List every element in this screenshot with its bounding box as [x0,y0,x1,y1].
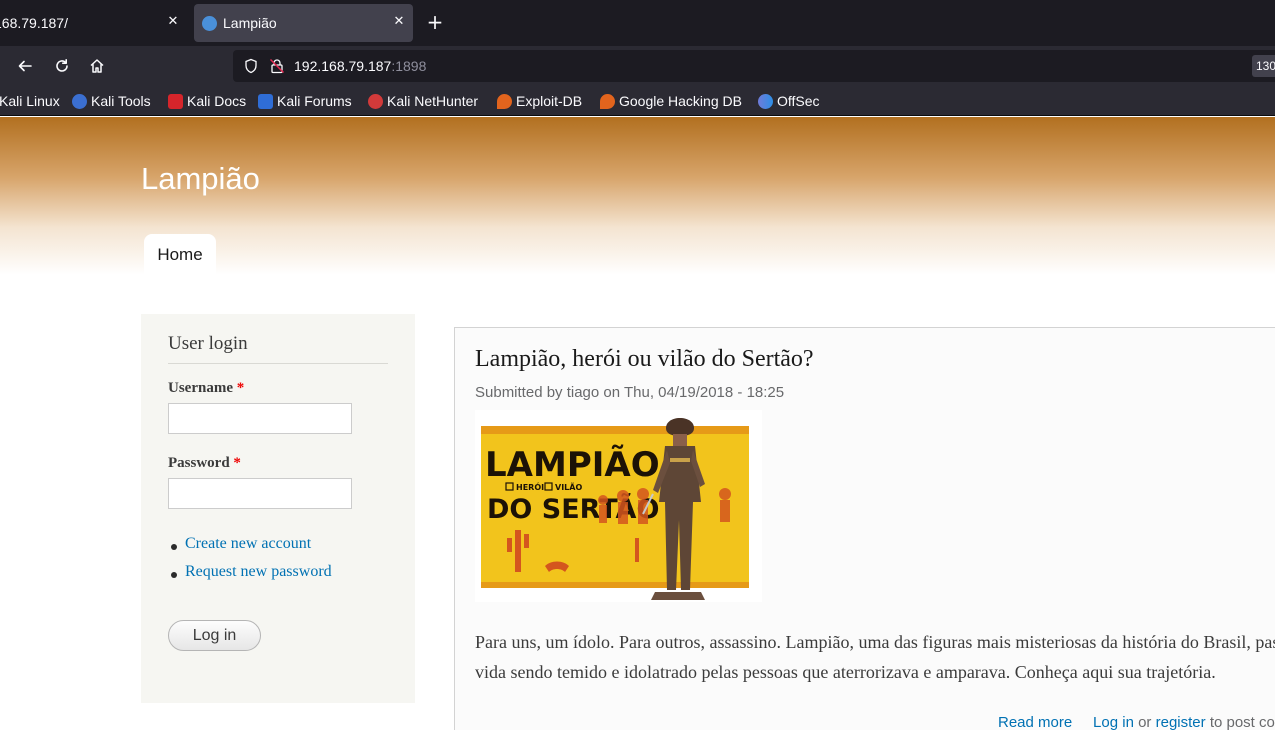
bookmark-kali-forums[interactable]: Kali Forums [258,92,352,110]
bookmark-label: Kali Linux [0,93,60,109]
bookmark-kali-linux[interactable]: Kali Linux [0,92,60,110]
article-submitted-meta: Submitted by tiago on Thu, 04/19/2018 - … [475,384,785,401]
article-node: Lampião, herói ou vilão do Sertão? Submi… [454,327,1275,730]
article-image: LAMPIÃO, HERÓI VILÃO DO SERTÃO [475,410,762,602]
poster-check-vilao: VILÃO [555,482,582,492]
close-icon[interactable]: ✕ [391,13,407,29]
browser-tab-ip[interactable]: 168.79.187/ ✕ [0,4,190,42]
browser-tab-strip: 168.79.187/ ✕ Lampião ✕ + [0,0,1275,46]
home-icon[interactable] [85,54,109,78]
exploit-db-icon [497,93,512,109]
username-label-text: Username [168,380,233,396]
password-label-text: Password [168,455,230,471]
kali-forums-icon [258,93,273,109]
bookmark-exploit-db[interactable]: Exploit-DB [497,92,582,110]
username-input[interactable] [168,403,352,434]
bookmark-kali-docs[interactable]: Kali Docs [168,92,246,110]
or-text: or [1138,714,1152,730]
user-login-title: User login [168,333,388,364]
bookmark-label: Kali Forums [277,93,352,109]
password-label: Password * [168,455,241,472]
article-title[interactable]: Lampião, herói ou vilão do Sertão? [475,346,814,373]
nethunter-icon [368,93,383,109]
poster-check-heroi: HERÓI [516,481,544,492]
log-in-button[interactable]: Log in [168,620,261,651]
site-header: Lampião Home [0,117,1275,275]
required-mark: * [236,380,245,396]
bullet-icon [171,544,177,550]
required-mark: * [233,455,241,471]
bookmark-google-hacking-db[interactable]: Google Hacking DB [600,92,742,110]
web-page: Lampião Home User login Username * Passw… [0,117,1275,730]
bookmark-label: Kali Docs [187,93,247,109]
kali-docs-icon [168,93,183,109]
bookmark-kali-tools[interactable]: Kali Tools [72,92,151,110]
offsec-icon [758,93,773,109]
new-tab-button[interactable]: + [425,12,445,32]
list-item: Create new account [171,535,332,563]
user-login-block: User login Username * Password * Create … [141,314,415,703]
browser-tab-lampiao[interactable]: Lampião ✕ [194,4,413,42]
create-account-link[interactable]: Create new account [185,535,311,552]
url-host: 192.168.79.187 [294,58,392,74]
post-comments-text: to post comments [1209,714,1275,730]
list-item: Request new password [171,563,332,591]
read-more-link[interactable]: Read more [998,714,1072,730]
reload-icon[interactable] [50,54,74,78]
insecure-lock-icon[interactable] [269,58,285,74]
url-port: :1898 [391,58,427,74]
drupal-icon [202,16,217,31]
bookmarks-toolbar: Kali Linux Kali Tools Kali Docs Kali For… [0,86,1275,116]
poster-title-line1: LAMPIÃO, [485,444,672,485]
bookmark-kali-nethunter[interactable]: Kali NetHunter [368,92,478,110]
poster-title-line2: DO SERTÃO [487,493,659,525]
ghdb-icon [600,93,615,109]
request-password-link[interactable]: Request new password [185,563,332,580]
tab-title: 168.79.187/ [0,15,68,31]
site-name[interactable]: Lampião [141,161,260,197]
username-label: Username * [168,380,244,397]
article-teaser: Para uns, um ídolo. Para outros, assassi… [475,627,1275,687]
bookmark-label: OffSec [777,93,820,109]
bookmark-label: Kali Tools [91,93,151,109]
article-teaser-line: vida sendo temido e idolatrado pelas pes… [475,662,1216,682]
shield-icon[interactable] [243,58,259,74]
article-links: Read more Log in or register to post com… [998,714,1275,730]
bookmark-offsec[interactable]: OffSec [758,92,820,110]
kali-tools-icon [72,93,87,109]
register-link[interactable]: register [1156,714,1206,730]
bookmark-label: Kali NetHunter [387,93,479,109]
log-in-link[interactable]: Log in [1093,714,1134,730]
bookmark-label: Google Hacking DB [619,93,742,109]
browser-toolbar: 192.168.79.187:1898 130 [0,46,1275,86]
nav-home-tab[interactable]: Home [144,234,216,275]
password-input[interactable] [168,478,352,509]
bullet-icon [171,572,177,578]
url-text[interactable]: 192.168.79.187:1898 [294,58,426,74]
bookmark-label: Exploit-DB [516,93,583,109]
url-bar[interactable]: 192.168.79.187:1898 [233,50,1275,82]
zoom-level-badge[interactable]: 130 [1252,55,1275,77]
login-links-list: Create new account Request new password [171,535,332,591]
article-teaser-line: Para uns, um ídolo. Para outros, assassi… [475,632,1275,652]
close-icon[interactable]: ✕ [165,13,181,29]
tab-title: Lampião [223,15,277,31]
